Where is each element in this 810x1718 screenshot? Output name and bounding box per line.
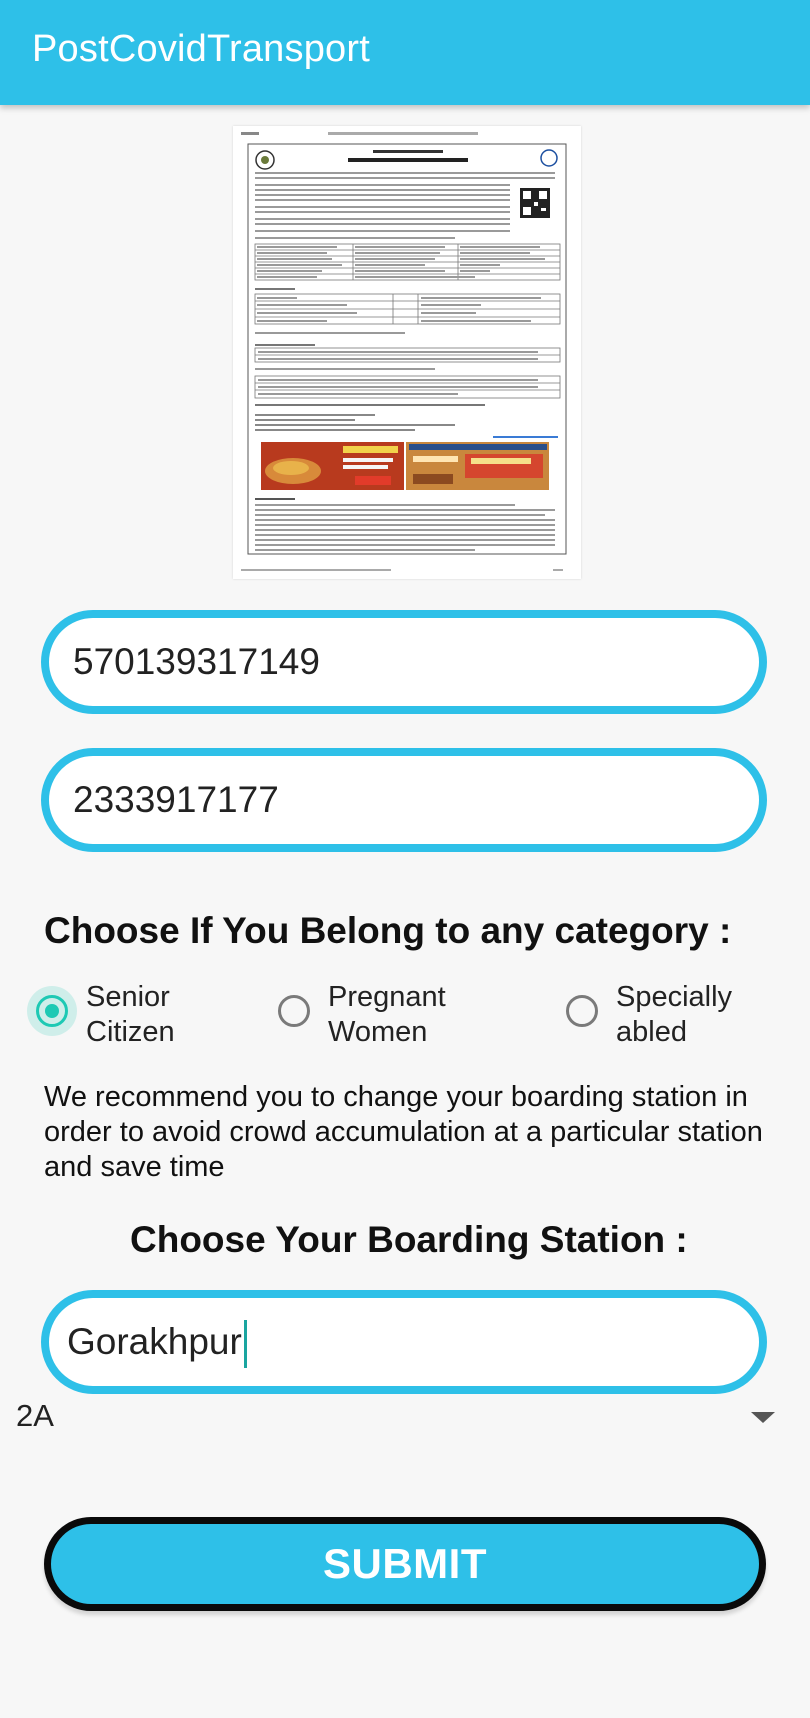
phone-input-wrapper [41, 748, 767, 852]
radio-unchecked-icon [278, 995, 310, 1027]
app-bar: PostCovidTransport [0, 0, 810, 105]
reservation-slip-image [233, 126, 581, 579]
class-spinner[interactable]: 2A [0, 1394, 810, 1440]
category-heading: Choose If You Belong to any category : [44, 910, 732, 951]
submit-button[interactable]: SUBMIT [44, 1517, 766, 1611]
pnr-input[interactable] [73, 618, 733, 706]
text-cursor [243, 1320, 247, 1368]
station-input-wrapper [41, 1290, 767, 1394]
phone-input[interactable] [73, 756, 733, 844]
pnr-input-wrapper [41, 610, 767, 714]
boarding-station-input[interactable] [67, 1298, 727, 1386]
radio-label-senior-citizen: Senior Citizen [86, 981, 175, 1048]
class-spinner-value: 2A [16, 1398, 54, 1433]
dropdown-arrow-icon [751, 1412, 775, 1423]
radio-checked-icon [36, 995, 68, 1027]
recommendation-text: We recommend you to change your boarding… [44, 1081, 763, 1183]
reservation-slip-graphic [233, 126, 581, 579]
radio-label-specially-abled: Specially abled [616, 981, 733, 1048]
boarding-heading: Choose Your Boarding Station : [130, 1219, 688, 1260]
radio-unchecked-icon [566, 995, 598, 1027]
app-title: PostCovidTransport [32, 28, 370, 70]
radio-label-pregnant-women: Pregnant Women [328, 981, 446, 1048]
